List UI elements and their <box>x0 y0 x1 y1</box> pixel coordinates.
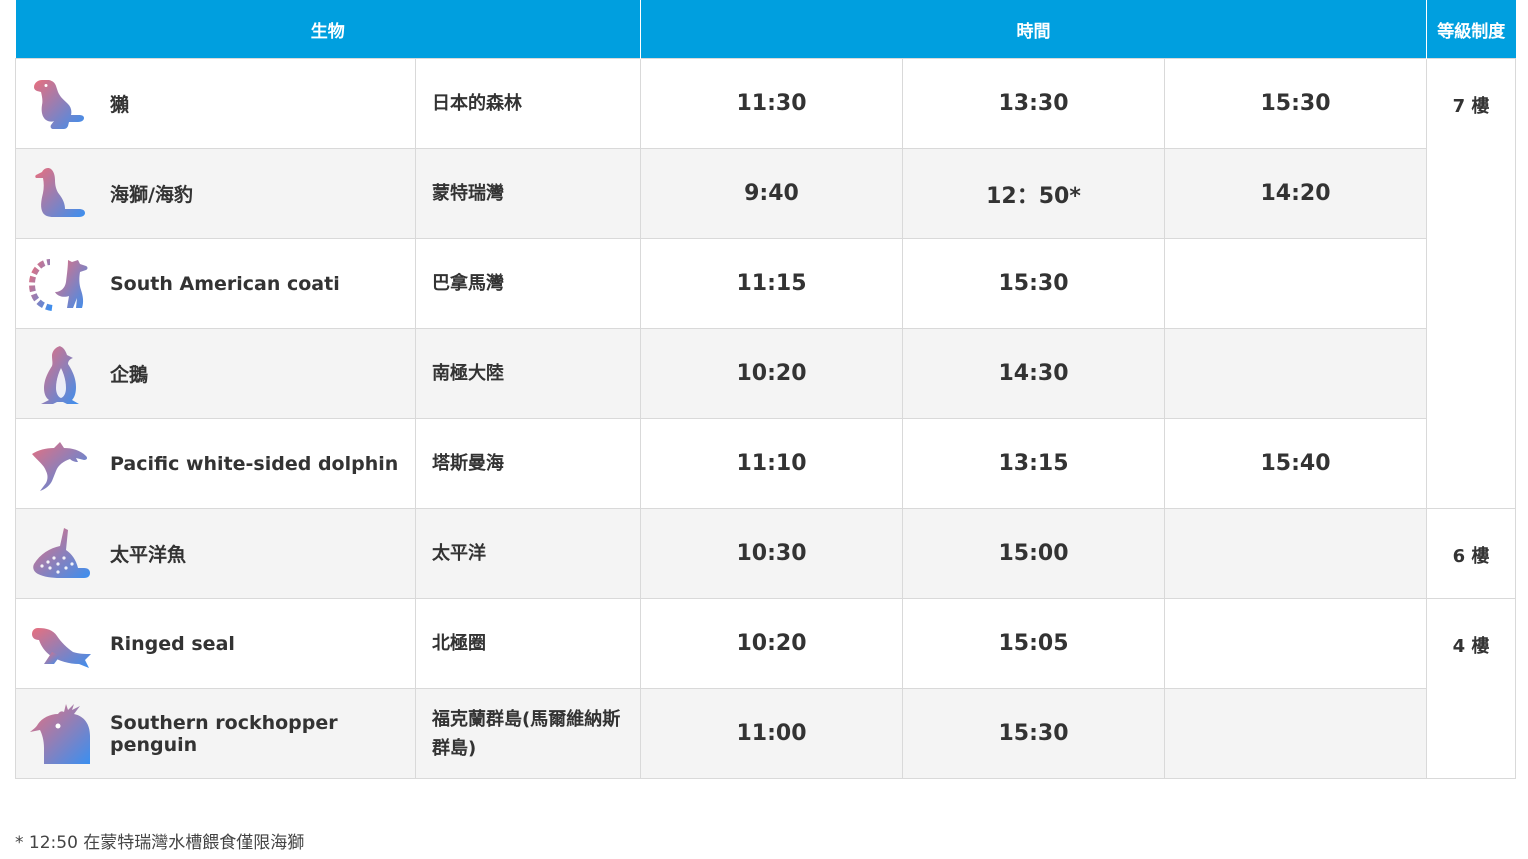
region-cell: 蒙特瑞灣 <box>415 148 641 239</box>
region-cell: 北極圈 <box>415 598 641 689</box>
footnote: * 12:50 在蒙特瑞灣水槽餵食僅限海獅 <box>15 833 305 853</box>
time-cell: 13:15 <box>902 418 1165 509</box>
time-cell: 13:30 <box>902 58 1165 149</box>
table-row: 企鵝 南極大陸 10:20 14:30 <box>15 328 1516 419</box>
creature-name: Ringed seal <box>110 632 235 655</box>
time-cell <box>1163 328 1428 419</box>
header-creature: 生物 <box>15 0 641 59</box>
region-cell: 南極大陸 <box>415 328 641 419</box>
time-cell: 14:30 <box>902 328 1165 419</box>
time-cell: 15:05 <box>902 598 1165 689</box>
header-floor: 等級制度 <box>1426 0 1516 59</box>
creature-name: 太平洋魚 <box>110 544 187 566</box>
table-row: Pacific white-sided dolphin 塔斯曼海 11:10 1… <box>15 418 1516 509</box>
time-cell: 9:40 <box>640 148 903 239</box>
penguin-icon <box>41 345 79 404</box>
creature-cell: Ringed seal <box>15 598 416 689</box>
whale-shark-icon <box>33 527 90 578</box>
time-cell <box>1163 238 1428 329</box>
coati-icon <box>28 258 88 311</box>
time-cell: 15:30 <box>1163 58 1428 149</box>
creature-cell: Pacific white-sided dolphin <box>15 418 416 509</box>
region-cell: 太平洋 <box>415 508 641 599</box>
table-row: 海獅/海豹 蒙特瑞灣 9:40 12：50* 14:20 <box>15 148 1516 239</box>
time-cell: 11:30 <box>640 58 903 149</box>
floor-cell: 7 樓 <box>1426 58 1517 509</box>
table-row: South American coati 巴拿馬灣 11:15 15:30 <box>15 238 1516 329</box>
time-cell <box>1163 508 1428 599</box>
time-cell: 11:15 <box>640 238 903 329</box>
creature-cell: Southern rockhopper penguin <box>15 688 416 779</box>
feeding-schedule-table: 生物 時間 等級制度 獺 日本的森林 11:30 13:30 15:30 7 樓 <box>15 0 1517 779</box>
region-cell: 福克蘭群島(馬爾維納斯群島) <box>415 688 641 779</box>
time-cell: 10:20 <box>640 328 903 419</box>
region-cell: 巴拿馬灣 <box>415 238 641 329</box>
time-cell <box>1163 688 1428 779</box>
time-cell: 11:10 <box>640 418 903 509</box>
time-cell: 15:30 <box>902 238 1165 329</box>
time-cell <box>1163 598 1428 689</box>
time-cell: 14:20 <box>1163 148 1428 239</box>
header-time: 時間 <box>639 0 1428 59</box>
time-cell: 10:30 <box>640 508 903 599</box>
creature-cell: 海獅/海豹 <box>15 148 416 239</box>
rockhopper-penguin-icon <box>30 703 90 764</box>
table-row: Southern rockhopper penguin 福克蘭群島(馬爾維納斯群… <box>15 688 1516 779</box>
time-cell: 12：50* <box>902 148 1165 239</box>
creature-cell: 太平洋魚 <box>15 508 416 599</box>
floor-cell: 6 樓 <box>1426 508 1517 599</box>
creature-name: 獺 <box>110 94 130 116</box>
dolphin-icon <box>32 441 88 491</box>
otter-icon <box>34 79 84 129</box>
table-row: 太平洋魚 太平洋 10:30 15:00 6 樓 <box>15 508 1517 599</box>
sea-lion-icon <box>35 167 85 217</box>
creature-name: Southern rockhopper penguin <box>110 711 338 756</box>
region-cell: 日本的森林 <box>415 58 641 149</box>
creature-cell: 獺 <box>15 58 416 149</box>
creature-name: Pacific white-sided dolphin <box>110 452 399 475</box>
creature-name: South American coati <box>110 272 340 295</box>
time-cell: 10:20 <box>640 598 903 689</box>
creature-cell: 企鵝 <box>15 328 416 419</box>
region-cell: 塔斯曼海 <box>415 418 641 509</box>
table-row: 獺 日本的森林 11:30 13:30 15:30 7 樓 <box>15 58 1517 509</box>
time-cell: 11:00 <box>640 688 903 779</box>
header-row: 生物 時間 等級制度 <box>15 0 1516 59</box>
table-row: Ringed seal 北極圈 10:20 15:05 4 樓 <box>15 598 1517 779</box>
time-cell: 15:40 <box>1163 418 1428 509</box>
floor-cell: 4 樓 <box>1426 598 1517 779</box>
creature-name: 企鵝 <box>110 364 149 386</box>
ringed-seal-icon <box>32 627 91 668</box>
creature-cell: South American coati <box>15 238 416 329</box>
time-cell: 15:30 <box>902 688 1165 779</box>
time-cell: 15:00 <box>902 508 1165 599</box>
creature-name: 海獅/海豹 <box>110 184 193 206</box>
